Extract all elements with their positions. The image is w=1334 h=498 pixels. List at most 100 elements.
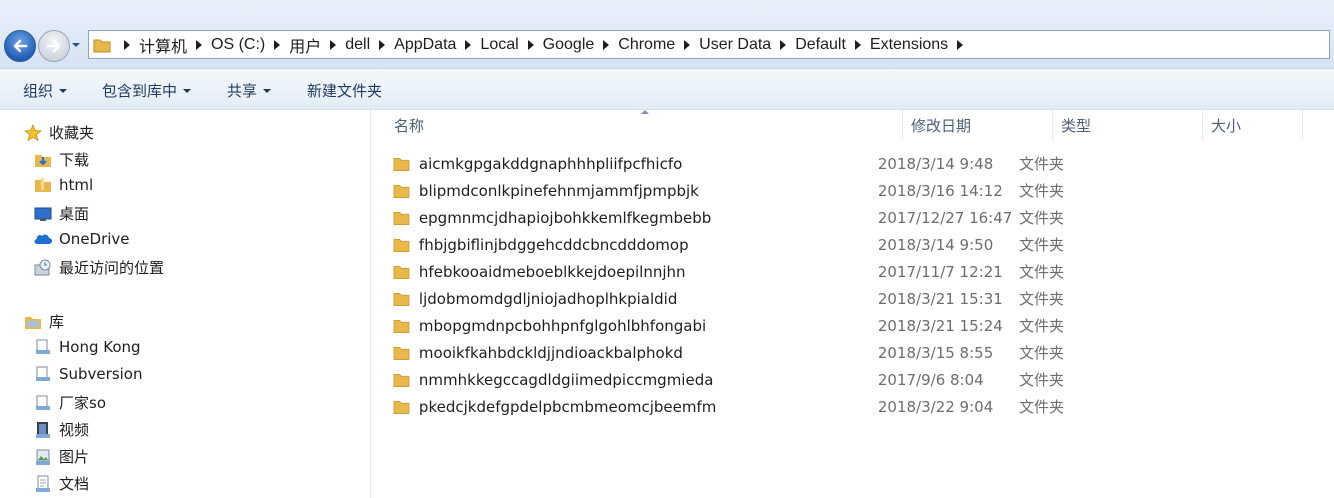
breadcrumb-item[interactable]: Google <box>543 36 595 54</box>
share-button[interactable]: 共享 <box>227 80 272 101</box>
nav-item-html[interactable]: html <box>34 176 93 194</box>
file-type: 文件夹 <box>1018 344 1064 362</box>
folder-icon <box>393 346 410 360</box>
breadcrumb-item[interactable]: 用户 <box>289 33 321 57</box>
file-row[interactable]: blipmdconlkpinefehnmjammfjpmpbjk 2018/3/… <box>393 177 1113 204</box>
forward-button[interactable] <box>38 30 70 62</box>
file-modified: 2017/12/27 16:47 <box>877 208 1013 227</box>
breadcrumb-item[interactable]: 计算机 <box>139 33 187 57</box>
file-row[interactable]: aicmkgpgakddgnaphhhpliifpcfhicfo 2018/3/… <box>393 150 1113 177</box>
folder-icon <box>393 211 410 225</box>
file-row[interactable]: pkedcjkdefgpdelpbcmbmeomcjbeemfm 2018/3/… <box>393 393 1113 420</box>
folder-icon <box>393 238 410 252</box>
nav-label: 厂家so <box>59 394 106 412</box>
file-row[interactable]: mooikfkahbdckldjjndioackbalphokd 2018/3/… <box>393 339 1113 366</box>
file-row[interactable]: fhbjgbiflinjbdggehcddcbncdddomop 2018/3/… <box>393 231 1113 258</box>
nav-item-documents[interactable]: 文档 <box>34 473 89 494</box>
nav-item-recent[interactable]: 最近访问的位置 <box>34 257 164 278</box>
breadcrumb-item[interactable]: dell <box>345 36 370 54</box>
chevron-down-icon <box>263 88 272 93</box>
breadcrumb-item[interactable]: Chrome <box>618 36 675 54</box>
breadcrumb-item[interactable]: OS (C:) <box>211 36 265 54</box>
picture-icon <box>36 449 50 465</box>
folder-icon <box>393 319 410 333</box>
file-name: mooikfkahbdckldjjndioackbalphokd <box>418 343 683 362</box>
back-button[interactable] <box>4 30 36 62</box>
breadcrumb-separator-icon[interactable] <box>854 39 861 50</box>
file-row[interactable]: nmmhkkegccagdldgiimedpiccmgmieda 2017/9/… <box>393 366 1113 393</box>
file-modified: 2018/3/14 9:48 <box>877 154 994 173</box>
folder-icon <box>393 157 410 171</box>
file-row[interactable]: hfebkooaidmeboeblkkejdoepilnnjhn 2017/11… <box>393 258 1113 285</box>
breadcrumb-separator-icon[interactable] <box>684 39 691 50</box>
column-header-type[interactable]: 类型 <box>1053 110 1203 140</box>
nav-item-hong-kong[interactable]: Hong Kong <box>34 338 141 356</box>
breadcrumb-item[interactable]: Local <box>480 36 518 54</box>
video-icon <box>36 421 50 438</box>
folder-icon <box>93 39 111 52</box>
breadcrumb-separator-icon[interactable] <box>274 39 281 50</box>
breadcrumb-item[interactable]: User Data <box>699 36 771 54</box>
column-header-size[interactable]: 大小 <box>1203 110 1303 140</box>
nav-item-desktop[interactable]: 桌面 <box>34 203 89 224</box>
nav-item-pictures[interactable]: 图片 <box>34 446 89 467</box>
breadcrumb-separator-icon[interactable] <box>379 39 386 50</box>
breadcrumb-separator-icon[interactable] <box>124 39 130 50</box>
breadcrumb-separator-icon[interactable] <box>465 39 472 50</box>
nav-item-onedrive[interactable]: OneDrive <box>34 230 130 248</box>
nav-libraries[interactable]: 库 <box>24 311 64 332</box>
breadcrumb-separator-icon[interactable] <box>603 39 610 50</box>
breadcrumb-separator-icon[interactable] <box>527 39 534 50</box>
breadcrumb-separator-icon[interactable] <box>196 39 203 50</box>
breadcrumb-separator-icon[interactable] <box>957 39 964 50</box>
address-box[interactable]: 计算机 OS (C:) 用户 dell AppData Local Google… <box>88 30 1330 59</box>
document-icon <box>36 475 50 492</box>
column-header-modified[interactable]: 修改日期 <box>903 110 1053 140</box>
desktop-icon <box>34 207 52 221</box>
nav-label: 收藏夹 <box>49 124 95 142</box>
file-type: 文件夹 <box>1018 317 1064 335</box>
column-header-label: 类型 <box>1061 116 1092 135</box>
nav-label: 桌面 <box>59 205 90 223</box>
file-type: 文件夹 <box>1018 155 1064 173</box>
new-folder-button[interactable]: 新建文件夹 <box>307 80 382 101</box>
nav-item-videos[interactable]: 视频 <box>34 419 89 440</box>
file-name: ljdobmomdgdljniojadhoplhkpialdid <box>418 289 678 308</box>
nav-item-subversion[interactable]: Subversion <box>34 365 143 383</box>
nav-item-downloads[interactable]: 下载 <box>34 149 89 170</box>
folder-icon <box>393 373 410 387</box>
folder-icon <box>393 184 410 198</box>
file-row[interactable]: ljdobmomdgdljniojadhoplhkpialdid 2018/3/… <box>393 285 1113 312</box>
breadcrumb-separator-icon[interactable] <box>330 39 337 50</box>
file-name: fhbjgbiflinjbdggehcddcbncdddomop <box>418 235 689 254</box>
file-type: 文件夹 <box>1018 182 1064 200</box>
file-type: 文件夹 <box>1018 371 1064 389</box>
organize-button[interactable]: 组织 <box>23 80 68 101</box>
file-modified: 2018/3/15 8:55 <box>877 343 994 362</box>
history-dropdown-icon[interactable] <box>71 40 81 50</box>
library-doc-icon <box>36 395 50 410</box>
breadcrumb-item[interactable]: AppData <box>394 36 456 54</box>
arrow-right-icon <box>46 39 61 53</box>
breadcrumb-item[interactable]: Default <box>795 36 846 54</box>
breadcrumb-separator-icon[interactable] <box>780 39 787 50</box>
recent-places-icon <box>34 259 51 275</box>
file-name: blipmdconlkpinefehnmjammfjpmpbjk <box>418 181 699 200</box>
nav-favorites[interactable]: 收藏夹 <box>24 122 94 143</box>
file-row[interactable]: mbopgmdnpcbohhpnfglgohlbhfongabi 2018/3/… <box>393 312 1113 339</box>
chevron-down-icon <box>183 88 192 93</box>
breadcrumb: 计算机 OS (C:) 用户 dell AppData Local Google… <box>115 33 972 57</box>
arrow-left-icon <box>13 39 28 53</box>
column-header-name[interactable]: 名称 <box>386 110 903 140</box>
file-row[interactable]: epgmnmcjdhapiojbohkkemlfkegmbebb 2017/12… <box>393 204 1113 231</box>
navigation-pane: 收藏夹 下载 html 桌面 OneDrive 最近访问的位置 库 Hong K… <box>0 110 371 498</box>
file-type: 文件夹 <box>1018 290 1064 308</box>
nav-item-vendor[interactable]: 厂家so <box>34 392 106 413</box>
include-library-button[interactable]: 包含到库中 <box>102 80 192 101</box>
column-header-label: 名称 <box>394 116 425 135</box>
nav-label: Hong Kong <box>59 338 141 356</box>
breadcrumb-item[interactable]: Extensions <box>870 36 948 54</box>
file-type: 文件夹 <box>1018 263 1064 281</box>
library-icon <box>25 316 41 329</box>
nav-label: Subversion <box>59 365 143 383</box>
